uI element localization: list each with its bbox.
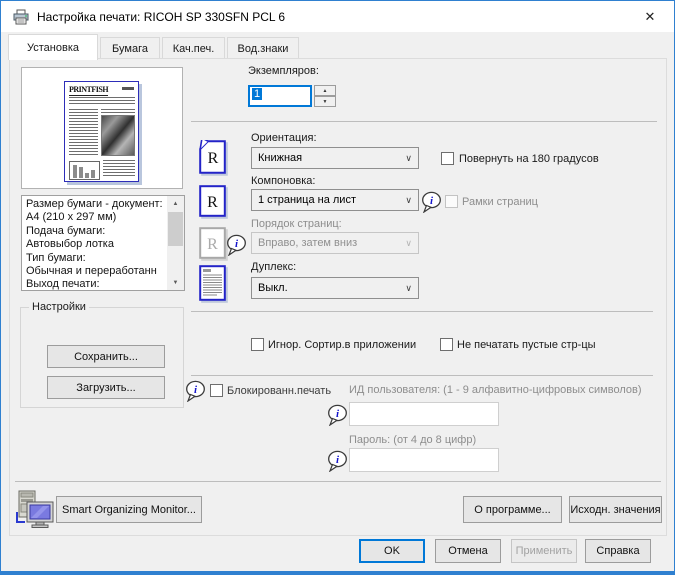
preview-photo bbox=[101, 115, 135, 156]
tab-watermarks-label: Вод.знаки bbox=[238, 43, 289, 55]
document-settings-text: Размер бумаги - документ: A4 (210 x 297 … bbox=[26, 198, 164, 291]
window-title: Настройка печати: RICOH SP 330SFN PCL 6 bbox=[37, 10, 285, 24]
svg-text:R: R bbox=[207, 236, 218, 253]
layout-label: Компоновка: bbox=[251, 175, 315, 187]
separator bbox=[191, 375, 653, 376]
page-order-label: Порядок страниц: bbox=[251, 218, 342, 230]
duplex-value: Выкл. bbox=[258, 282, 288, 294]
copies-increment-icon[interactable]: ▲ bbox=[314, 85, 336, 96]
orientation-portrait-icon: R bbox=[199, 140, 226, 174]
skip-blank-pages-label: Не печатать пустые стр-цы bbox=[457, 339, 596, 351]
layout-value: 1 страница на лист bbox=[258, 194, 356, 206]
smart-organizing-monitor-icon bbox=[15, 490, 57, 528]
separator bbox=[15, 481, 661, 482]
tab-paper[interactable]: Бумага bbox=[100, 37, 160, 60]
page-order-value: Вправо, затем вниз bbox=[258, 237, 357, 249]
chevron-down-icon: ∨ bbox=[405, 283, 412, 294]
info-balloon-icon: i bbox=[185, 380, 206, 402]
print-preview-panel: PRINTFISH bbox=[21, 67, 183, 189]
copies-decrement-icon[interactable]: ▼ bbox=[314, 96, 336, 107]
info-balloon-icon: i bbox=[327, 404, 348, 426]
cancel-button[interactable]: Отмена bbox=[435, 539, 501, 563]
preview-masthead: PRINTFISH bbox=[69, 85, 108, 96]
apply-button: Применить bbox=[511, 539, 577, 563]
copies-value: 1 bbox=[252, 88, 262, 100]
orientation-label: Ориентация: bbox=[251, 132, 317, 144]
ignore-collate-checkbox[interactable] bbox=[251, 338, 264, 351]
rotate-180-checkbox[interactable] bbox=[441, 152, 454, 165]
titlebar: Настройка печати: RICOH SP 330SFN PCL 6 … bbox=[1, 1, 674, 32]
preview-text-block bbox=[69, 97, 135, 106]
chevron-down-icon: ∨ bbox=[405, 153, 412, 164]
document-settings-summary[interactable]: Размер бумаги - документ: A4 (210 x 297 … bbox=[21, 195, 185, 291]
preview-text-column-right bbox=[103, 160, 135, 178]
ok-button[interactable]: OK bbox=[359, 539, 425, 563]
info-balloon-icon: i bbox=[226, 234, 247, 256]
tab-setup-label: Установка bbox=[27, 42, 79, 54]
tab-print-quality[interactable]: Кач.печ. bbox=[162, 37, 225, 60]
tab-setup[interactable]: Установка bbox=[8, 34, 98, 60]
copies-label: Экземпляров: bbox=[248, 65, 319, 77]
page-borders-label: Рамки страниц bbox=[462, 196, 538, 208]
printer-icon bbox=[13, 9, 29, 25]
locked-print-label: Блокированн.печать bbox=[227, 385, 331, 397]
chevron-down-icon: ∨ bbox=[405, 238, 412, 249]
password-label: Пароль: (от 4 до 8 цифр) bbox=[349, 434, 476, 446]
preview-masthead-date bbox=[122, 87, 134, 90]
tab-watermarks[interactable]: Вод.знаки bbox=[227, 37, 299, 60]
preview-bar-chart bbox=[69, 161, 100, 180]
skip-blank-pages-checkbox[interactable] bbox=[440, 338, 453, 351]
tab-paper-label: Бумага bbox=[112, 43, 148, 55]
rotate-180-label: Повернуть на 180 градусов bbox=[459, 153, 599, 165]
layout-select[interactable]: 1 страница на лист ∨ bbox=[251, 189, 419, 211]
scroll-down-icon[interactable]: ▼ bbox=[167, 275, 184, 290]
layout-page-icon: R bbox=[199, 185, 226, 217]
info-balloon-icon: i bbox=[327, 450, 348, 472]
info-balloon-icon: i bbox=[421, 191, 442, 213]
duplex-label: Дуплекс: bbox=[251, 261, 296, 273]
password-input bbox=[349, 448, 499, 472]
summary-scrollbar[interactable]: ▲ ▼ bbox=[167, 196, 184, 290]
orientation-select[interactable]: Книжная ∨ bbox=[251, 147, 419, 169]
separator bbox=[191, 121, 657, 122]
scrollbar-thumb[interactable] bbox=[168, 212, 183, 246]
orientation-value: Книжная bbox=[258, 152, 302, 164]
settings-group: Настройки Сохранить... Загрузить... bbox=[20, 307, 184, 408]
ignore-collate-label: Игнор. Сортир.в приложении bbox=[268, 339, 416, 351]
restore-defaults-button[interactable]: Исходн. значения bbox=[569, 496, 662, 523]
page-borders-checkbox bbox=[445, 195, 458, 208]
save-settings-button[interactable]: Сохранить... bbox=[47, 345, 165, 368]
page-order-icon-disabled: R bbox=[199, 227, 226, 259]
close-button[interactable]: ✕ bbox=[634, 4, 666, 29]
duplex-document-icon bbox=[199, 265, 226, 301]
page-order-select: Вправо, затем вниз ∨ bbox=[251, 232, 419, 254]
about-button[interactable]: О программе... bbox=[463, 496, 562, 523]
preview-page-thumbnail: PRINTFISH bbox=[64, 81, 139, 182]
load-settings-button[interactable]: Загрузить... bbox=[47, 376, 165, 399]
settings-group-title: Настройки bbox=[29, 301, 89, 313]
tab-print-quality-label: Кач.печ. bbox=[173, 43, 215, 55]
preview-text-column-left bbox=[69, 109, 98, 157]
svg-text:R: R bbox=[207, 194, 218, 211]
user-id-label: ИД пользователя: (1 - 9 алфавитно-цифров… bbox=[349, 384, 642, 396]
user-id-input bbox=[349, 402, 499, 426]
preview-text-above-photo bbox=[101, 109, 135, 114]
print-preferences-dialog: Настройка печати: RICOH SP 330SFN PCL 6 … bbox=[0, 0, 675, 575]
svg-text:R: R bbox=[208, 150, 219, 167]
smart-organizing-monitor-button[interactable]: Smart Organizing Monitor... bbox=[56, 496, 202, 523]
duplex-select[interactable]: Выкл. ∨ bbox=[251, 277, 419, 299]
copies-input[interactable]: 1 bbox=[248, 85, 312, 107]
chevron-down-icon: ∨ bbox=[405, 195, 412, 206]
separator bbox=[191, 311, 653, 312]
scroll-up-icon[interactable]: ▲ bbox=[167, 196, 184, 211]
help-button[interactable]: Справка bbox=[585, 539, 651, 563]
locked-print-checkbox[interactable] bbox=[210, 384, 223, 397]
